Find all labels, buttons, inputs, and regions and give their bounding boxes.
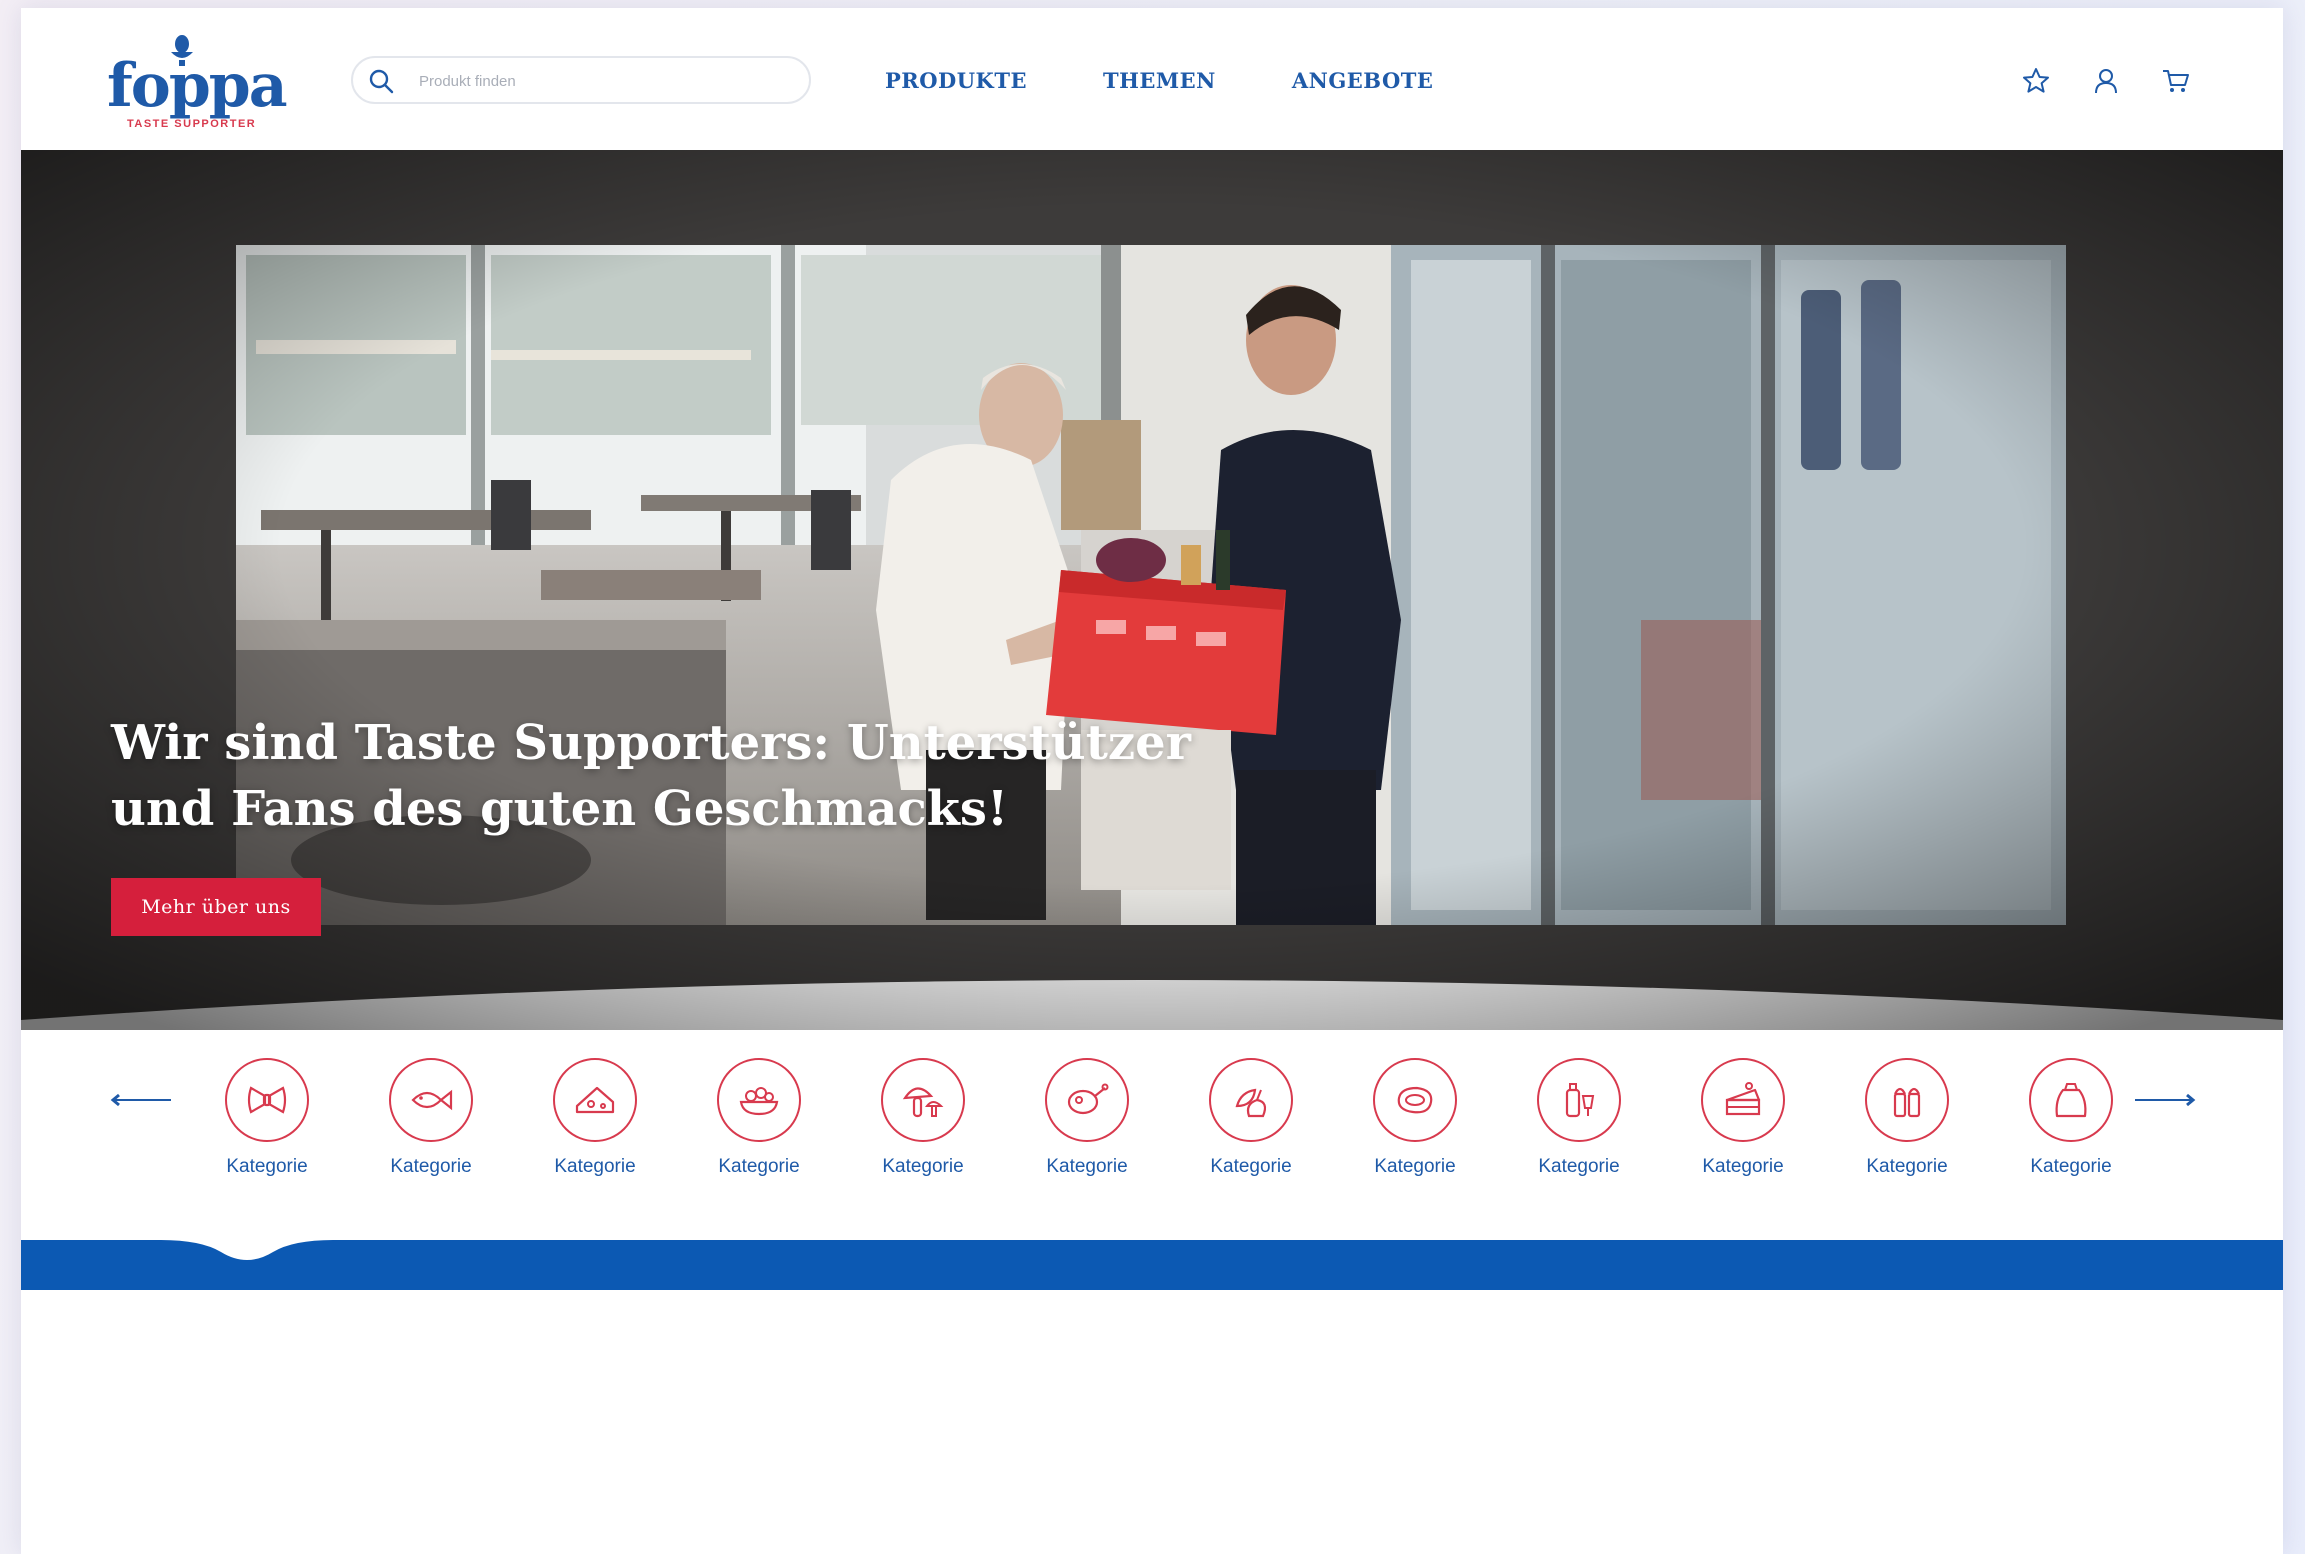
section-divider-band <box>21 1240 2283 1290</box>
category-label: Kategorie <box>882 1156 964 1177</box>
category-label: Kategorie <box>226 1156 308 1177</box>
vegetables-icon <box>1209 1058 1293 1142</box>
category-item[interactable]: Kategorie <box>376 1058 486 1178</box>
category-item[interactable]: Kategorie <box>1852 1058 1962 1178</box>
search-bar <box>351 56 811 104</box>
hero-image <box>21 150 2283 1030</box>
category-label: Kategorie <box>554 1156 636 1177</box>
search-input[interactable] <box>417 66 781 96</box>
category-label: Kategorie <box>390 1156 472 1177</box>
category-label: Kategorie <box>718 1156 800 1177</box>
category-label: Kategorie <box>1046 1156 1128 1177</box>
category-label: Kategorie <box>1210 1156 1292 1177</box>
nav-themen[interactable]: THEMEN <box>1103 68 1216 93</box>
category-item[interactable]: Kategorie <box>2016 1058 2126 1178</box>
main-nav: PRODUKTE THEMEN ANGEBOTE <box>885 68 1433 93</box>
logo-tagline: TASTE SUPPORTER <box>127 118 257 130</box>
category-label: Kategorie <box>1702 1156 1784 1177</box>
hero-banner: Wir sind Taste Supporters: Unterstützer … <box>21 150 2283 1030</box>
pasta-icon <box>225 1058 309 1142</box>
category-label: Kategorie <box>2030 1156 2112 1177</box>
category-item[interactable]: Kategorie <box>868 1058 978 1178</box>
header-actions <box>2021 66 2191 96</box>
flour-sack-icon <box>2029 1058 2113 1142</box>
site-header: foppa TASTE SUPPORTER PRODUKTE THEMEN AN… <box>21 8 2283 150</box>
category-item[interactable]: Kategorie <box>1688 1058 1798 1178</box>
page: foppa TASTE SUPPORTER PRODUKTE THEMEN AN… <box>21 8 2283 1554</box>
cart-icon[interactable] <box>2161 66 2191 96</box>
category-item[interactable]: Kategorie <box>1196 1058 1306 1178</box>
nav-angebote[interactable]: ANGEBOTE <box>1292 68 1434 93</box>
cake-icon <box>1701 1058 1785 1142</box>
category-item[interactable]: Kategorie <box>704 1058 814 1178</box>
fish-icon <box>389 1058 473 1142</box>
chicken-icon <box>1045 1058 1129 1142</box>
hero-title: Wir sind Taste Supporters: Unterstützer … <box>111 715 1191 837</box>
category-item[interactable]: Kategorie <box>540 1058 650 1178</box>
category-label: Kategorie <box>1374 1156 1456 1177</box>
foppa-logo[interactable]: foppa TASTE SUPPORTER <box>107 34 288 138</box>
mehr-ueber-uns-button[interactable]: Mehr über uns <box>111 878 321 936</box>
user-icon[interactable] <box>2091 66 2121 96</box>
nav-produkte[interactable]: PRODUKTE <box>885 68 1027 93</box>
drinks-icon <box>1537 1058 1621 1142</box>
category-item[interactable]: Kategorie <box>1360 1058 1470 1178</box>
star-icon[interactable] <box>2021 66 2051 96</box>
steak-icon <box>1373 1058 1457 1142</box>
logo-wordmark: foppa <box>107 51 288 121</box>
category-item[interactable]: Kategorie <box>1032 1058 1142 1178</box>
category-carousel: Kategorie Kategorie Kategorie Kategorie <box>21 1030 2283 1230</box>
category-item[interactable]: Kategorie <box>212 1058 322 1178</box>
search-icon[interactable] <box>367 67 395 95</box>
mushroom-icon <box>881 1058 965 1142</box>
category-label: Kategorie <box>1866 1156 1948 1177</box>
content-area <box>21 1290 2283 1554</box>
salt-pepper-icon <box>1865 1058 1949 1142</box>
arrow-right-icon[interactable] <box>2133 1090 2197 1110</box>
salad-bowl-icon <box>717 1058 801 1142</box>
cheese-icon <box>553 1058 637 1142</box>
arrow-left-icon[interactable] <box>109 1090 173 1110</box>
category-label: Kategorie <box>1538 1156 1620 1177</box>
category-item[interactable]: Kategorie <box>1524 1058 1634 1178</box>
